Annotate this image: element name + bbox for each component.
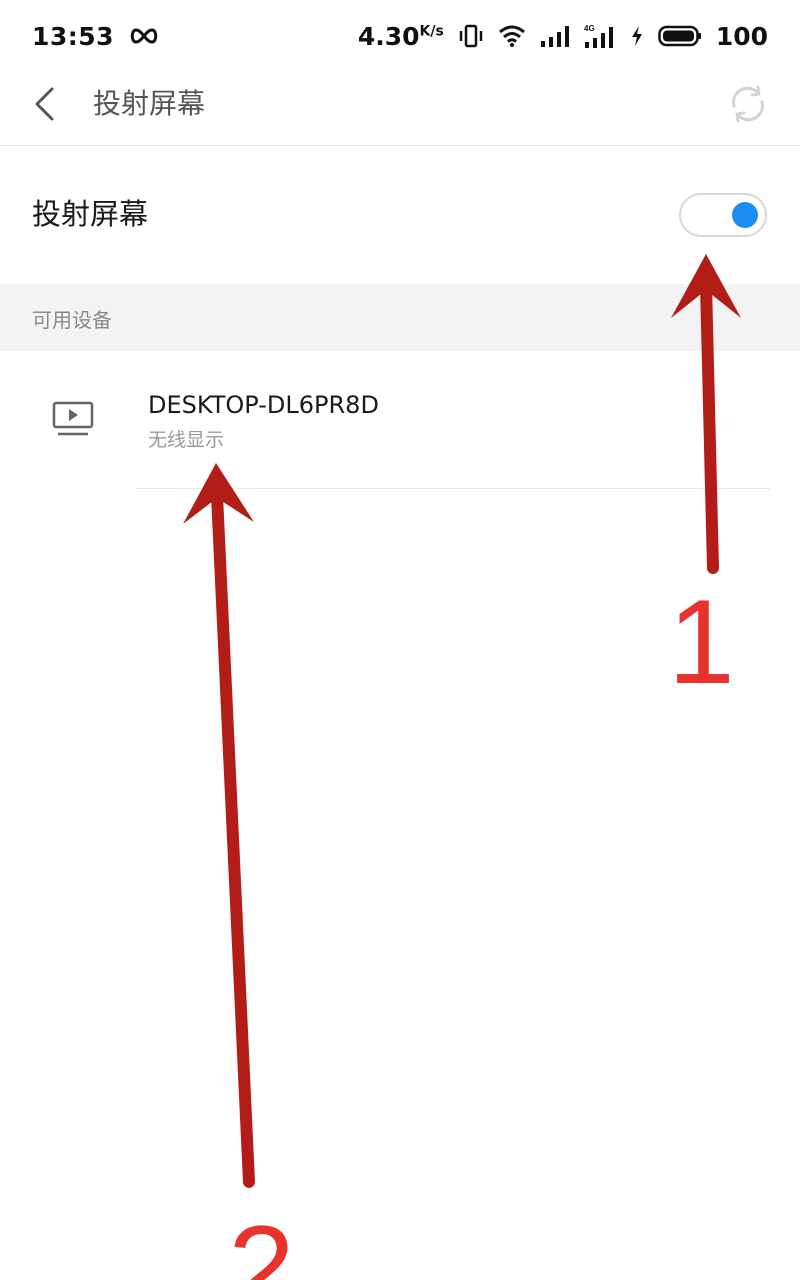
network-speed-unit: K/s <box>419 23 444 40</box>
status-time: 13:53 <box>32 21 115 51</box>
cast-toggle-label: 投射屏幕 <box>32 197 149 231</box>
screen-cast-icon <box>52 401 94 436</box>
status-left: 13:53 <box>32 22 160 51</box>
refresh-icon <box>732 85 764 123</box>
annotation-arrow-2 <box>183 463 255 1188</box>
status-bar: 13:53 4.30K/s 4G 100 <box>0 0 800 72</box>
cast-toggle-row[interactable]: 投射屏幕 <box>0 146 800 284</box>
device-name: DESKTOP-DL6PR8D <box>148 391 379 419</box>
signal-4g-icon: 4G <box>584 24 616 48</box>
cast-toggle-knob <box>732 202 758 228</box>
cast-toggle-switch[interactable] <box>679 193 767 237</box>
available-devices-header: 可用设备 <box>0 284 800 351</box>
device-divider <box>136 488 770 489</box>
device-type: 无线显示 <box>148 429 225 451</box>
charging-icon <box>630 25 644 47</box>
network-speed-value: 4.30 <box>357 21 420 51</box>
battery-icon <box>658 25 702 47</box>
annotation-number-2: 2 <box>228 1201 295 1280</box>
toolbar-title: 投射屏幕 <box>93 87 206 120</box>
battery-level: 100 <box>715 21 768 51</box>
available-devices-title: 可用设备 <box>32 308 112 332</box>
back-arrow-icon <box>35 87 54 121</box>
device-list-item[interactable]: DESKTOP-DL6PR8D 无线显示 <box>0 351 800 489</box>
status-right: 4.30K/s 4G 100 <box>358 22 768 51</box>
cast-screen-page: 13:53 4.30K/s 4G 100 投射屏幕 投射屏幕 可用设备 DESK… <box>0 0 800 1280</box>
network-type-label: 4G <box>584 24 595 33</box>
back-button[interactable] <box>22 82 66 126</box>
infinity-icon <box>128 27 160 45</box>
wifi-icon <box>498 25 526 47</box>
annotation-number-1: 1 <box>668 575 735 709</box>
vibrate-icon <box>458 24 484 48</box>
signal-icon <box>540 25 570 47</box>
toolbar: 投射屏幕 <box>0 72 800 146</box>
refresh-button[interactable] <box>726 82 770 126</box>
network-speed: 4.30K/s <box>358 22 444 51</box>
